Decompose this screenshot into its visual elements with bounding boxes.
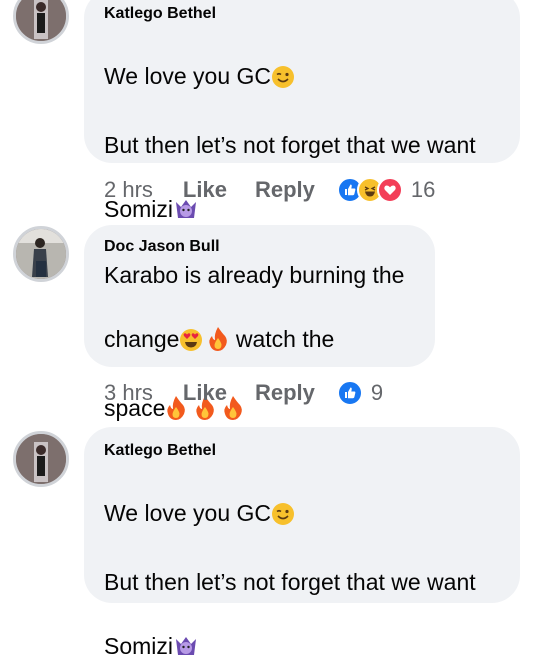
comment-line: We love you GC — [104, 63, 272, 89]
avatar[interactable] — [13, 431, 69, 487]
ogre-emoji — [173, 635, 199, 667]
reaction-summary[interactable] — [336, 177, 403, 203]
comment-author[interactable]: Katlego Bethel — [104, 4, 500, 24]
reply-button[interactable]: Reply — [255, 380, 315, 406]
winking-face-emoji — [271, 502, 295, 534]
comment-text: We love you GC — [104, 28, 500, 97]
comment-bubble: Katlego Bethel We love you GC But then l… — [84, 427, 520, 659]
love-icon — [376, 177, 403, 203]
comment-author[interactable]: Katlego Bethel — [104, 441, 500, 461]
comment-text: We love you GC — [104, 465, 500, 534]
comment-time[interactable]: 3 hrs — [104, 380, 153, 406]
reaction-count[interactable]: 9 — [371, 380, 383, 406]
comment-line: Karabo is already burning the — [104, 262, 405, 288]
avatar[interactable] — [13, 0, 69, 44]
reaction-summary[interactable] — [336, 380, 363, 406]
avatar[interactable] — [13, 226, 69, 282]
comment-actions: 2 hrs Like Reply 16 — [104, 175, 435, 205]
comment-line: But then let’s not forget that we want — [104, 569, 476, 595]
comment-line: change — [104, 326, 180, 352]
comment-line: We love you GC — [104, 500, 272, 526]
comment-actions: 3 hrs Like Reply 9 — [104, 378, 383, 408]
heart-eyes-emoji — [179, 328, 203, 360]
winking-face-emoji — [271, 65, 295, 97]
fire-emoji — [207, 326, 229, 360]
comment-bubble: Doc Jason Bull Karabo is already burning… — [84, 225, 435, 421]
like-button[interactable]: Like — [183, 177, 227, 203]
like-icon — [336, 380, 363, 406]
comment-line: Somizi — [104, 633, 174, 659]
comment-line: watch the — [235, 326, 335, 352]
reply-button[interactable]: Reply — [255, 177, 315, 203]
comment-text: change watch the — [104, 291, 415, 360]
like-button[interactable]: Like — [183, 380, 227, 406]
comment-bubble: Katlego Bethel We love you GC But then l… — [84, 0, 520, 222]
comment-author[interactable]: Doc Jason Bull — [104, 237, 415, 257]
comment-time[interactable]: 2 hrs — [104, 177, 153, 203]
comment-line: But then let’s not forget that we want — [104, 132, 476, 158]
reaction-count[interactable]: 16 — [411, 177, 435, 203]
comment-text: Somizi — [104, 598, 500, 667]
